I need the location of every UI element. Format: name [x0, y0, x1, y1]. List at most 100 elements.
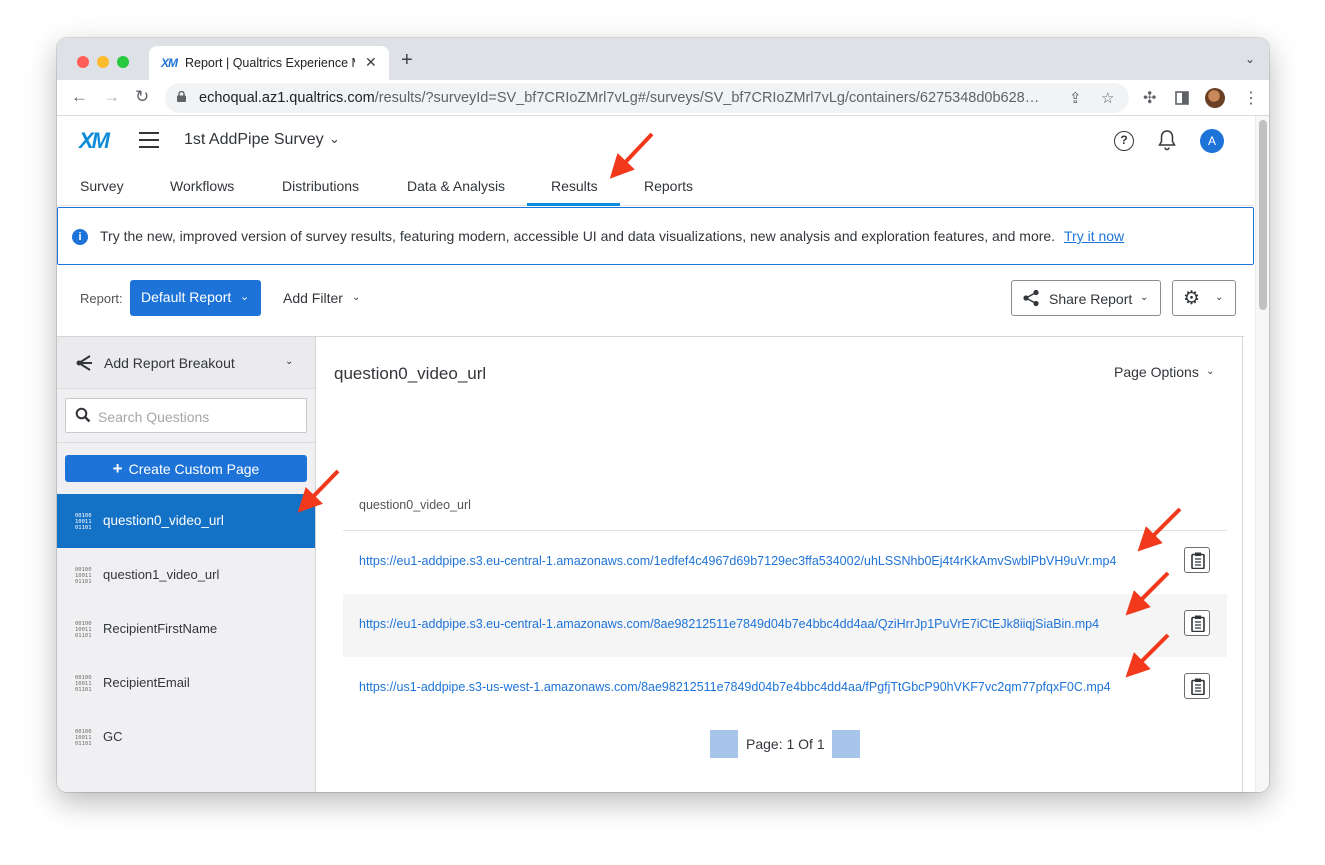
report-select-value: Default Report	[141, 289, 232, 305]
page-options-chevron-down-icon[interactable]: ⌄	[1206, 366, 1214, 377]
filter-chevron-down-icon[interactable]: ⌄	[352, 292, 360, 303]
help-icon[interactable]: ?	[1114, 131, 1134, 151]
report-bar: Report: Default Report ⌄ Add Filter ⌄ Sh…	[57, 266, 1255, 336]
binary-data-icon: 00100 10011 01101	[75, 513, 92, 531]
sidebar-item-recipient-email[interactable]: 00100 10011 01101 RecipientEmail	[57, 656, 315, 710]
info-icon: i	[72, 229, 88, 245]
side-panel-icon[interactable]	[1175, 91, 1189, 105]
question-label: RecipientEmail	[103, 675, 190, 690]
sidebar-item-recipient-first-name[interactable]: 00100 10011 01101 RecipientFirstName	[57, 602, 315, 656]
browser-menu-icon[interactable]: ⋮	[1243, 88, 1259, 108]
tab-search-chevron-icon[interactable]: ⌄	[1245, 52, 1255, 66]
tab-strip: XM Report | Qualtrics Experience Managem…	[57, 38, 1269, 80]
back-icon[interactable]: ←	[71, 88, 88, 106]
close-tab-icon[interactable]: ✕	[365, 54, 377, 71]
pager-label: Page: 1 Of 1	[746, 736, 825, 752]
question-label: question1_video_url	[103, 567, 220, 582]
report-settings-button[interactable]: ⚙ ⌄	[1172, 280, 1236, 316]
next-page-button[interactable]	[832, 730, 860, 758]
main-nav: Survey Workflows Distributions Data & An…	[57, 166, 1255, 206]
binary-data-icon: 00100 10011 01101	[75, 621, 92, 639]
sidebar-item-gc[interactable]: 00100 10011 01101 GC	[57, 710, 315, 764]
table-row: https://eu1-addpipe.s3.eu-central-1.amaz…	[343, 594, 1227, 657]
reload-icon[interactable]: ↻	[135, 88, 149, 106]
copy-clipboard-button[interactable]	[1184, 610, 1210, 636]
video-url-link[interactable]: https://eu1-addpipe.s3.eu-central-1.amaz…	[359, 617, 1099, 631]
new-tab-icon[interactable]: +	[401, 50, 413, 70]
table-column-header: question0_video_url	[359, 498, 471, 512]
search-placeholder: Search Questions	[98, 409, 210, 425]
breakout-label: Add Report Breakout	[104, 355, 235, 371]
share-icon	[1023, 289, 1039, 307]
page-title: question0_video_url	[334, 364, 487, 383]
clipboard-icon	[1191, 615, 1205, 632]
minimize-window-button[interactable]	[97, 56, 109, 68]
survey-chevron-down-icon[interactable]: ⌄	[329, 131, 340, 147]
hamburger-menu-icon[interactable]	[139, 132, 159, 148]
url-host: echoqual.az1.qualtrics.com	[199, 90, 375, 106]
question-label: RecipientFirstName	[103, 621, 218, 636]
add-report-breakout[interactable]: Add Report Breakout ⌄	[57, 337, 315, 389]
tab-title: Report | Qualtrics Experience Management	[185, 56, 355, 70]
question-label: GC	[103, 729, 123, 744]
scrollbar-thumb[interactable]	[1259, 120, 1267, 310]
report-label: Report:	[80, 291, 123, 306]
gear-icon: ⚙	[1183, 288, 1201, 309]
close-window-button[interactable]	[77, 56, 89, 68]
tab-workflows[interactable]: Workflows	[170, 178, 234, 194]
questions-sidebar: Add Report Breakout ⌄ Search Questions +…	[57, 336, 316, 792]
xm-favicon-icon: XM	[161, 56, 178, 70]
browser-tab-report[interactable]: XM Report | Qualtrics Experience Managem…	[149, 46, 389, 80]
search-questions-input[interactable]: Search Questions	[65, 398, 307, 433]
plus-icon: +	[112, 459, 123, 478]
table-row: https://us1-addpipe.s3-us-west-1.amazona…	[343, 657, 1227, 720]
page-scrollbar[interactable]	[1255, 116, 1269, 792]
report-select[interactable]: Default Report ⌄	[130, 280, 261, 316]
binary-data-icon: 00100 10011 01101	[75, 675, 92, 693]
notifications-bell-icon[interactable]	[1157, 129, 1177, 151]
share-report-button[interactable]: Share Report ⌄	[1011, 280, 1161, 316]
share-page-icon[interactable]: ⇪	[1069, 89, 1082, 107]
forward-icon[interactable]: →	[103, 88, 120, 106]
video-url-link[interactable]: https://eu1-addpipe.s3.eu-central-1.amaz…	[359, 554, 1116, 568]
address-bar[interactable]: echoqual.az1.qualtrics.com/results/?surv…	[165, 83, 1129, 113]
tab-results[interactable]: Results	[551, 178, 598, 194]
profile-avatar[interactable]	[1205, 88, 1225, 108]
tab-data-analysis[interactable]: Data & Analysis	[407, 178, 505, 194]
active-tab-indicator	[527, 203, 620, 206]
create-custom-page-button[interactable]: + Create Custom Page	[65, 455, 307, 482]
search-icon	[75, 407, 91, 423]
add-filter-button[interactable]: Add Filter	[283, 290, 343, 306]
survey-title[interactable]: 1st AddPipe Survey	[184, 131, 324, 149]
sidebar-item-question0-video-url[interactable]: 00100 10011 01101 question0_video_url	[57, 494, 315, 548]
user-avatar[interactable]: A	[1200, 129, 1224, 153]
zoom-window-button[interactable]	[117, 56, 129, 68]
video-url-link[interactable]: https://us1-addpipe.s3-us-west-1.amazona…	[359, 680, 1111, 694]
try-it-now-link[interactable]: Try it now	[1064, 228, 1124, 244]
previous-page-button[interactable]	[710, 730, 738, 758]
banner-text: Try the new, improved version of survey …	[100, 228, 1056, 244]
qualtrics-app: XM 1st AddPipe Survey ⌄ ? A Survey Workf…	[57, 116, 1269, 792]
binary-data-icon: 00100 10011 01101	[75, 567, 92, 585]
url-text: echoqual.az1.qualtrics.com/results/?surv…	[199, 90, 1059, 106]
chevron-down-icon: ⌄	[240, 291, 250, 303]
results-main-panel: question0_video_url Page Options ⌄ quest…	[316, 336, 1244, 792]
xm-logo[interactable]: XM	[79, 128, 110, 154]
tab-survey[interactable]: Survey	[80, 178, 124, 194]
tab-reports[interactable]: Reports	[644, 178, 693, 194]
copy-clipboard-button[interactable]	[1184, 547, 1210, 573]
page-options-button[interactable]: Page Options	[1114, 364, 1199, 380]
browser-window: XM Report | Qualtrics Experience Managem…	[57, 38, 1269, 792]
bookmark-star-icon[interactable]: ☆	[1101, 89, 1114, 107]
extensions-icon[interactable]: ✣	[1143, 88, 1156, 108]
question-label: question0_video_url	[103, 513, 224, 528]
table-row: https://eu1-addpipe.s3.eu-central-1.amaz…	[343, 531, 1227, 594]
settings-chevron-down-icon: ⌄	[1215, 292, 1224, 303]
clipboard-icon	[1191, 678, 1205, 695]
tab-distributions[interactable]: Distributions	[282, 178, 359, 194]
sidebar-item-question1-video-url[interactable]: 00100 10011 01101 question1_video_url	[57, 548, 315, 602]
new-results-banner: i Try the new, improved version of surve…	[57, 207, 1254, 265]
copy-clipboard-button[interactable]	[1184, 673, 1210, 699]
binary-data-icon: 00100 10011 01101	[75, 729, 92, 747]
browser-toolbar: ← → ↻ echoqual.az1.qualtrics.com/results…	[57, 80, 1269, 116]
